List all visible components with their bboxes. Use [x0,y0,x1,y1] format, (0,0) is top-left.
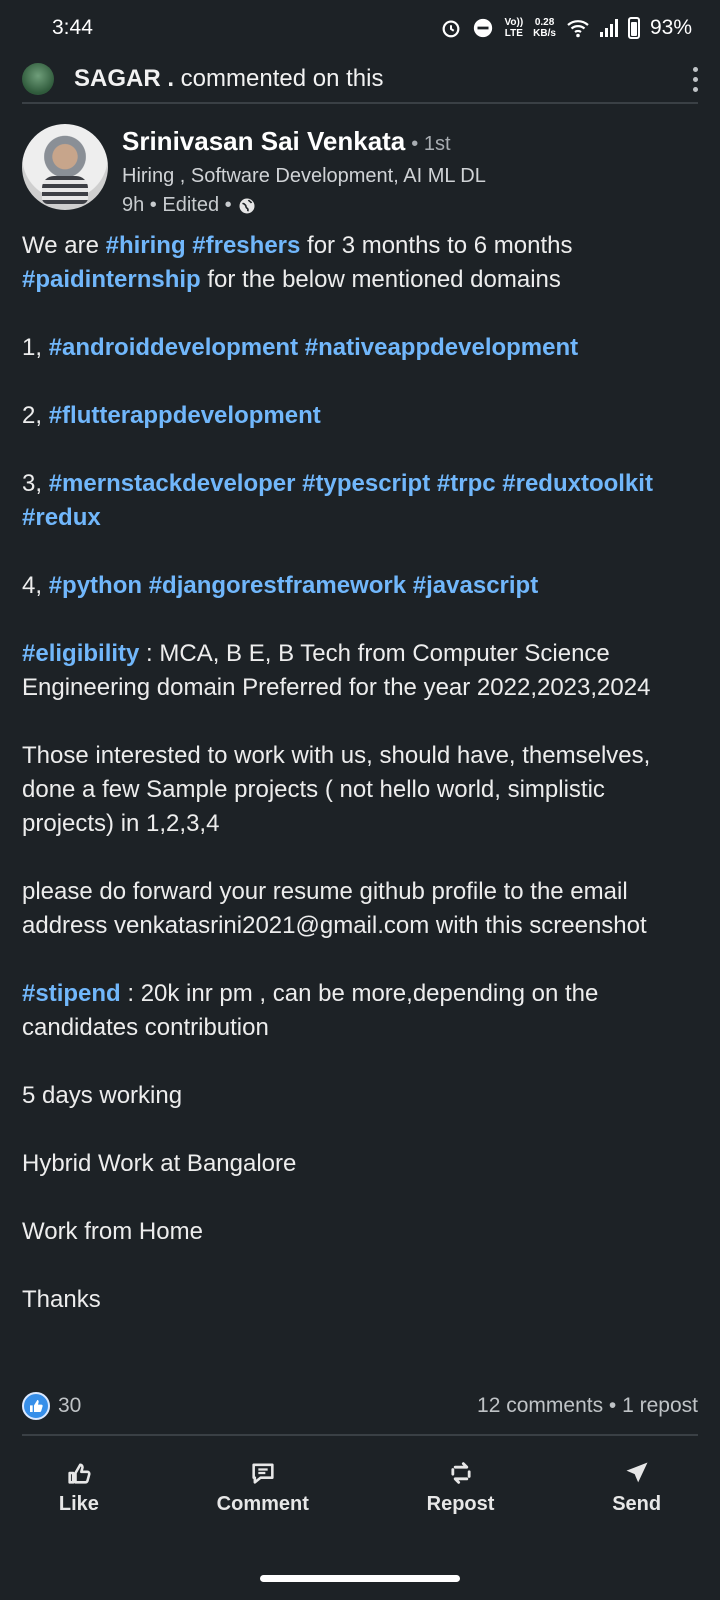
alarm-icon [443,20,460,38]
home-indicator[interactable] [260,1575,460,1582]
hashtag[interactable]: #flutterappdevelopment [49,402,321,429]
author-avatar[interactable] [22,124,108,210]
clock: 3:44 [52,16,93,39]
post-paragraph: Thanks [22,1286,101,1313]
dnd-icon [474,18,493,38]
comment-icon [252,1463,274,1484]
divider [22,102,698,104]
comments-reposts-count[interactable]: 12 comments • 1 repost [477,1394,698,1418]
post-body: We are #hiring #freshers for 3 months to… [22,229,698,1351]
divider [22,1434,698,1436]
network-speed: 0.28 KB/s [533,17,556,39]
send-icon [626,1462,648,1482]
hashtag[interactable]: #javascript [413,572,538,599]
signal-icon [599,19,618,37]
repost-icon [450,1461,471,1484]
author-headline: Hiring , Software Development, AI ML DL [122,165,486,187]
activity-header[interactable]: SAGAR . commented on this [0,56,720,102]
send-button[interactable]: Send [612,1459,661,1516]
post-paragraph: Hybrid Work at Bangalore [22,1150,297,1177]
like-reaction-icon [22,1392,50,1420]
hashtag[interactable]: #androiddevelopment [49,334,298,361]
hashtag[interactable]: #nativeappdevelopment [305,334,578,361]
reaction-count[interactable]: 30 [22,1392,81,1420]
like-button[interactable]: Like [59,1459,99,1516]
action-bar: Like Comment Repost Send [0,1442,720,1532]
hashtag[interactable]: #djangorestframework [149,572,406,599]
author-name[interactable]: Srinivasan Sai Venkata [122,126,405,156]
post-meta: 9h • Edited • [122,194,486,217]
volte-indicator: Vo)) LTE [504,17,524,39]
post-paragraph: Those interested to work with us, should… [22,742,651,837]
hashtag[interactable]: #freshers [192,232,300,259]
social-counts: 30 12 comments • 1 repost [22,1386,698,1426]
post-paragraph: please do forward your resume github pro… [22,878,647,939]
wifi-icon [567,20,589,38]
thumbs-up-icon [68,1463,91,1484]
post-author[interactable]: Srinivasan Sai Venkata • 1st Hiring , Sof… [22,124,698,216]
hashtag[interactable]: #python [49,572,142,599]
activity-text: SAGAR . commented on this [74,65,384,92]
more-options-icon[interactable] [693,66,698,92]
post-paragraph: 5 days working [22,1082,183,1109]
commenter-name[interactable]: SAGAR . [74,65,174,92]
hashtag[interactable]: #paidinternship [22,266,201,293]
commenter-avatar[interactable] [22,63,54,95]
status-bar: 3:44 Vo)) LTE 0.28 KB/s 93% [0,0,720,56]
hashtag[interactable]: #redux [22,504,101,531]
repost-button[interactable]: Repost [427,1459,494,1516]
globe-icon [239,198,255,213]
hashtag[interactable]: #trpc [437,470,496,497]
comment-button[interactable]: Comment [217,1459,309,1516]
hashtag[interactable]: #reduxtoolkit [502,470,653,497]
hashtag[interactable]: #mernstackdeveloper [49,470,296,497]
post-paragraph: Work from Home [22,1218,203,1245]
connection-degree: • 1st [411,133,451,155]
hashtag[interactable]: #eligibility [22,640,139,667]
hashtag[interactable]: #stipend [22,980,121,1007]
battery-level: 93% [649,16,692,39]
hashtag[interactable]: #hiring [106,232,186,259]
battery-icon [627,17,640,39]
hashtag[interactable]: #typescript [302,470,430,497]
